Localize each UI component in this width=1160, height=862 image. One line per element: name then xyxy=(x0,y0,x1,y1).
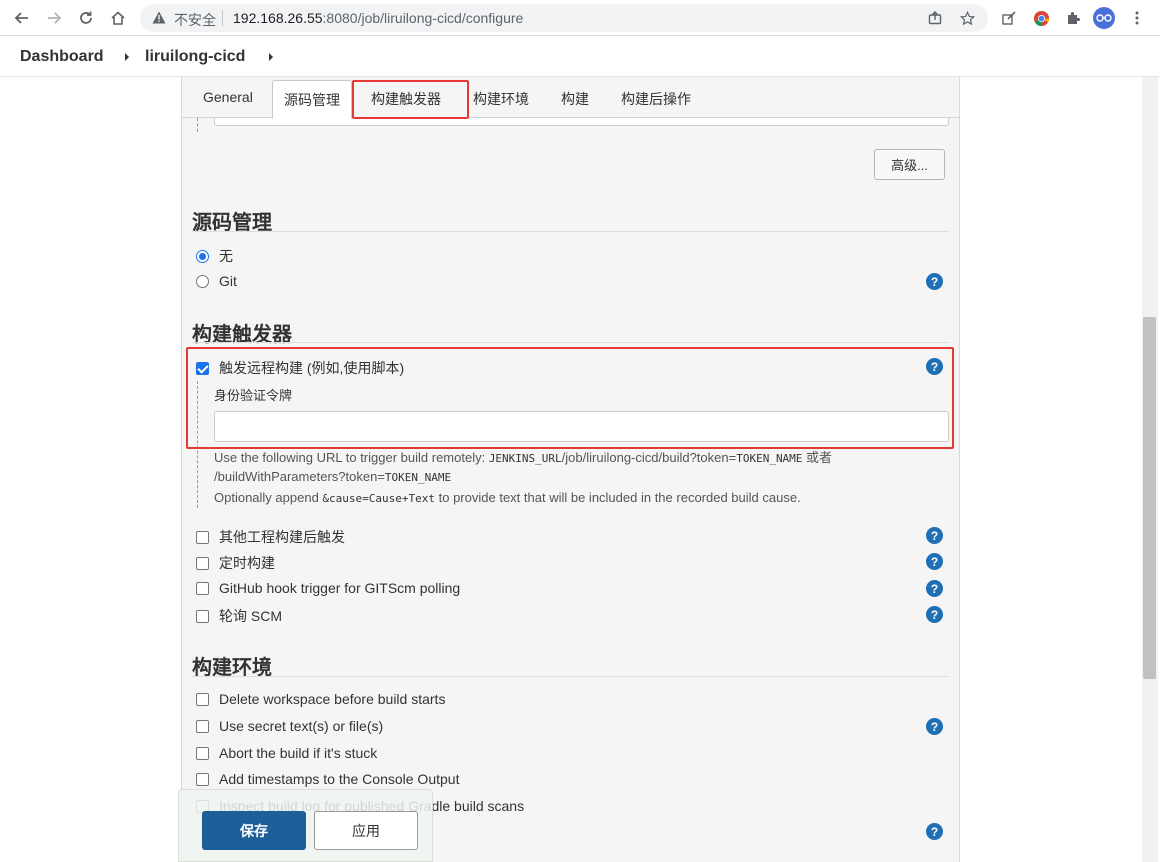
nested-indent-line xyxy=(197,381,198,508)
trigger-remote-build[interactable]: 触发远程构建 (例如,使用脚本) xyxy=(196,358,404,378)
env-delete-workspace-label: Delete workspace before build starts xyxy=(219,691,446,707)
breadcrumb-caret-icon[interactable] xyxy=(125,53,129,61)
checkbox-github-hook[interactable] xyxy=(196,581,209,595)
omnibox-divider xyxy=(222,10,223,26)
trigger-poll-scm[interactable]: 轮询 SCM xyxy=(196,606,282,626)
tab-build[interactable]: 构建 xyxy=(561,89,589,109)
trigger-after-other-projects-label: 其他工程构建后触发 xyxy=(219,529,345,545)
scm-option-git[interactable]: Git xyxy=(196,273,237,289)
trigger-remote-build-label: 触发远程构建 (例如,使用脚本) xyxy=(219,360,405,376)
help-icon[interactable]: ? xyxy=(926,718,943,735)
trigger-periodic-build[interactable]: 定时构建 xyxy=(196,553,275,573)
help-code-jenkins-url: JENKINS_URL xyxy=(488,452,562,465)
trigger-poll-scm-label: 轮询 SCM xyxy=(219,608,282,624)
checkbox-abort-stuck[interactable] xyxy=(196,746,209,760)
tab-build-environment[interactable]: 构建环境 xyxy=(473,89,529,109)
url-path: :8080/job/liruilong-cicd/configure xyxy=(322,10,524,26)
trigger-url-help-line3: Optionally append &cause=Cause+Text to p… xyxy=(214,490,801,505)
breadcrumb-dashboard[interactable]: Dashboard xyxy=(20,48,104,66)
save-button[interactable]: 保存 xyxy=(202,811,306,850)
breadcrumb-caret-icon[interactable] xyxy=(269,53,273,61)
scrollbar-thumb[interactable] xyxy=(1143,317,1156,679)
auth-token-label: 身份验证令牌 xyxy=(214,388,293,403)
config-tabs: General 源码管理 构建触发器 构建环境 构建 构建后操作 xyxy=(181,77,960,119)
help-text-segment: 或者 xyxy=(802,450,833,465)
checkbox-delete-workspace[interactable] xyxy=(196,692,209,706)
help-code-cause: &cause=Cause+Text xyxy=(322,492,436,505)
help-text-segment: /buildWithParameters?token= xyxy=(214,469,385,484)
help-icon[interactable]: ? xyxy=(926,358,943,375)
help-code-token-name: TOKEN_NAME xyxy=(384,471,452,484)
nested-indent-line xyxy=(197,118,198,132)
help-text-segment: Use the following URL to trigger build r… xyxy=(214,450,489,465)
radio-none[interactable] xyxy=(196,249,209,263)
share-icon[interactable] xyxy=(926,9,944,27)
scm-option-none-label: 无 xyxy=(219,248,233,264)
help-icon[interactable]: ? xyxy=(926,580,943,597)
advanced-button[interactable]: 高级... xyxy=(874,149,945,180)
checkbox-periodic-build[interactable] xyxy=(196,556,209,570)
scm-option-none[interactable]: 无 xyxy=(196,246,233,266)
checkbox-add-timestamps[interactable] xyxy=(196,772,209,786)
trigger-url-help-line1: Use the following URL to trigger build r… xyxy=(214,447,832,466)
checkbox-poll-scm[interactable] xyxy=(196,609,209,623)
bookmark-star-icon[interactable] xyxy=(958,9,976,27)
env-secret-text[interactable]: Use secret text(s) or file(s) xyxy=(196,718,383,734)
profile-avatar-icon[interactable] xyxy=(1093,7,1115,29)
back-arrow-icon[interactable] xyxy=(10,6,34,30)
tab-build-triggers[interactable]: 构建触发器 xyxy=(371,89,441,109)
forward-arrow-icon[interactable] xyxy=(42,6,66,30)
scm-option-git-label: Git xyxy=(219,273,237,289)
trigger-after-other-projects[interactable]: 其他工程构建后触发 xyxy=(196,527,345,547)
checkbox-after-other-projects[interactable] xyxy=(196,530,209,544)
warning-icon xyxy=(152,11,166,27)
help-text-segment: Optionally append xyxy=(214,490,323,505)
not-secure-label: 不安全 xyxy=(174,12,216,28)
url-host: 192.168.26.55 xyxy=(233,10,323,26)
help-icon[interactable]: ? xyxy=(926,273,943,290)
env-abort-stuck-label: Abort the build if it's stuck xyxy=(219,745,378,761)
edit-extension-icon[interactable] xyxy=(998,7,1020,29)
trigger-url-help-line2: /buildWithParameters?token=TOKEN_NAME xyxy=(214,469,451,484)
help-text-segment: /job/liruilong-cicd/build?token= xyxy=(561,450,737,465)
tab-general[interactable]: General xyxy=(203,89,253,105)
section-divider xyxy=(192,231,949,232)
env-add-timestamps[interactable]: Add timestamps to the Console Output xyxy=(196,771,459,787)
address-bar[interactable]: 不安全 192.168.26.55:8080/job/liruilong-cic… xyxy=(140,4,988,32)
env-add-timestamps-label: Add timestamps to the Console Output xyxy=(219,771,460,787)
chrome-extension-icon[interactable] xyxy=(1030,7,1052,29)
auth-token-input[interactable] xyxy=(214,411,949,442)
env-abort-stuck[interactable]: Abort the build if it's stuck xyxy=(196,745,377,761)
help-text-segment: to provide text that will be included in… xyxy=(435,490,801,505)
help-icon[interactable]: ? xyxy=(926,527,943,544)
breadcrumb: Dashboard liruilong-cicd xyxy=(0,37,1160,77)
breadcrumb-job[interactable]: liruilong-cicd xyxy=(145,48,245,66)
tab-source-code-management[interactable]: 源码管理 xyxy=(272,80,352,119)
tab-post-build-actions[interactable]: 构建后操作 xyxy=(621,89,691,109)
help-code-token-name: TOKEN_NAME xyxy=(736,452,803,465)
checkbox-remote-build[interactable] xyxy=(196,361,209,375)
browser-menu-icon[interactable] xyxy=(1126,7,1148,29)
env-secret-text-label: Use secret text(s) or file(s) xyxy=(219,718,384,734)
apply-button[interactable]: 应用 xyxy=(314,811,418,850)
trigger-periodic-build-label: 定时构建 xyxy=(219,555,275,571)
section-divider xyxy=(192,676,949,677)
url-text: 192.168.26.55:8080/job/liruilong-cicd/co… xyxy=(233,10,523,26)
home-icon[interactable] xyxy=(106,6,130,30)
trigger-github-hook[interactable]: GitHub hook trigger for GITScm polling xyxy=(196,580,460,596)
help-icon[interactable]: ? xyxy=(926,606,943,623)
browser-toolbar: 不安全 192.168.26.55:8080/job/liruilong-cic… xyxy=(0,0,1160,36)
help-icon[interactable]: ? xyxy=(926,823,943,840)
checkbox-secret-text[interactable] xyxy=(196,719,209,733)
extensions-puzzle-icon[interactable] xyxy=(1062,7,1084,29)
reload-icon[interactable] xyxy=(74,6,98,30)
trigger-github-hook-label: GitHub hook trigger for GITScm polling xyxy=(219,580,461,596)
section-divider xyxy=(192,342,949,343)
env-delete-workspace[interactable]: Delete workspace before build starts xyxy=(196,691,445,707)
radio-git[interactable] xyxy=(196,274,209,288)
help-icon[interactable]: ? xyxy=(926,553,943,570)
